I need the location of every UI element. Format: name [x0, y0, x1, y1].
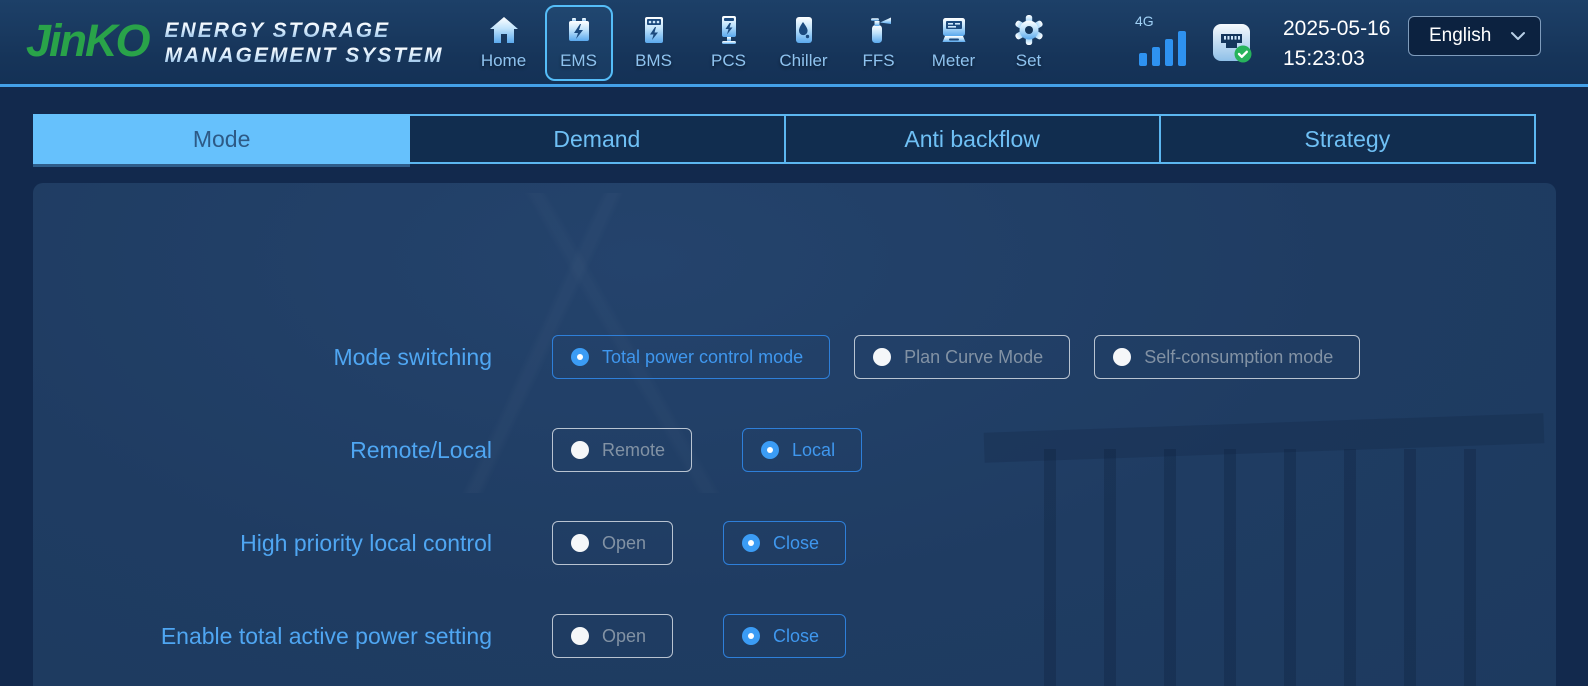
nav-label: Home — [481, 51, 526, 71]
nav-label: Chiller — [779, 51, 827, 71]
app-header: JinKO ENERGY STORAGE MANAGEMENT SYSTEM H… — [0, 0, 1588, 87]
tab-label: Demand — [553, 126, 640, 153]
radio-selected-icon — [742, 627, 760, 645]
option-open[interactable]: Open — [552, 521, 673, 565]
nav-label: EMS — [560, 51, 597, 71]
cellular-status: 4G — [1133, 14, 1193, 70]
form-row-high-priority-local-control: High priority local control Open Close — [33, 521, 1556, 565]
nav-label: PCS — [711, 51, 746, 71]
tab-anti-backflow[interactable]: Anti backflow — [784, 114, 1161, 164]
option-label: Total power control mode — [602, 347, 803, 368]
mode-settings-form: Mode switching Total power control mode … — [33, 335, 1556, 658]
nav-item-pcs[interactable]: PCS — [695, 5, 763, 81]
chevron-down-icon — [1510, 31, 1526, 41]
radio-unselected-icon — [873, 348, 891, 366]
nav-item-set[interactable]: Set — [995, 5, 1063, 81]
content-panel: Mode switching Total power control mode … — [33, 183, 1556, 686]
tab-label: Mode — [193, 126, 251, 153]
nav-item-chiller[interactable]: Chiller — [770, 5, 838, 81]
option-close[interactable]: Close — [723, 521, 846, 565]
ethernet-status — [1210, 21, 1254, 65]
option-close[interactable]: Close — [723, 614, 846, 658]
system-title-line2: MANAGEMENT SYSTEM — [165, 43, 444, 68]
ethernet-connected-icon — [1210, 21, 1254, 65]
option-group: Remote Local — [552, 428, 862, 472]
option-local[interactable]: Local — [742, 428, 862, 472]
logo-jinko: JinKO — [26, 16, 149, 66]
ffs-icon — [861, 12, 897, 48]
form-row-label: High priority local control — [33, 530, 492, 557]
time-text: 15:23:03 — [1283, 44, 1390, 74]
meter-icon — [936, 12, 972, 48]
option-label: Close — [773, 626, 819, 647]
radio-unselected-icon — [1113, 348, 1131, 366]
page: { "header": { "logo": "JinKO", "title_li… — [0, 0, 1588, 686]
tab-label: Anti backflow — [904, 126, 1040, 153]
tab-label: Strategy — [1305, 126, 1391, 153]
nav-label: FFS — [862, 51, 894, 71]
nav-item-meter[interactable]: Meter — [920, 5, 988, 81]
radio-selected-icon — [571, 348, 589, 366]
option-self-consumption-mode[interactable]: Self-consumption mode — [1094, 335, 1360, 379]
tab-strategy[interactable]: Strategy — [1159, 114, 1536, 164]
option-label: Close — [773, 533, 819, 554]
ems-icon — [561, 12, 597, 48]
nav-label: Set — [1016, 51, 1042, 71]
tab-mode[interactable]: Mode — [33, 114, 410, 164]
gear-icon — [1011, 12, 1047, 48]
nav-item-bms[interactable]: BMS — [620, 5, 688, 81]
brand-logo: JinKO ENERGY STORAGE MANAGEMENT SYSTEM — [26, 16, 444, 68]
option-label: Remote — [602, 440, 665, 461]
tab-demand[interactable]: Demand — [408, 114, 785, 164]
radio-selected-icon — [761, 441, 779, 459]
option-open[interactable]: Open — [552, 614, 673, 658]
option-total-power-control-mode[interactable]: Total power control mode — [552, 335, 830, 379]
date-text: 2025-05-16 — [1283, 14, 1390, 44]
form-row-mode-switching: Mode switching Total power control mode … — [33, 335, 1556, 379]
system-title-line1: ENERGY STORAGE — [165, 18, 444, 43]
nav-item-ffs[interactable]: FFS — [845, 5, 913, 81]
option-label: Open — [602, 533, 646, 554]
option-group: Open Close — [552, 614, 846, 658]
form-row-remote-local: Remote/Local Remote Local — [33, 428, 1556, 472]
option-remote[interactable]: Remote — [552, 428, 692, 472]
datetime-display: 2025-05-16 15:23:03 — [1283, 14, 1390, 74]
option-label: Local — [792, 440, 835, 461]
nav-label: BMS — [635, 51, 672, 71]
nav-item-home[interactable]: Home — [470, 5, 538, 81]
option-label: Open — [602, 626, 646, 647]
option-plan-curve-mode[interactable]: Plan Curve Mode — [854, 335, 1070, 379]
system-title: ENERGY STORAGE MANAGEMENT SYSTEM — [165, 18, 444, 68]
bms-icon — [636, 12, 672, 48]
form-row-enable-total-active-power: Enable total active power setting Open C… — [33, 614, 1556, 658]
nav-item-ems[interactable]: EMS — [545, 5, 613, 81]
form-row-label: Mode switching — [33, 344, 492, 371]
form-row-label: Remote/Local — [33, 437, 492, 464]
option-group: Open Close — [552, 521, 846, 565]
radio-unselected-icon — [571, 441, 589, 459]
main-nav: Home EMS BMS — [466, 5, 1066, 81]
radio-unselected-icon — [571, 627, 589, 645]
nav-label: Meter — [932, 51, 975, 71]
form-row-label: Enable total active power setting — [33, 623, 492, 650]
radio-selected-icon — [742, 534, 760, 552]
signal-bars-icon — [1133, 29, 1191, 67]
home-icon — [486, 12, 522, 48]
language-value: English — [1429, 25, 1491, 47]
tab-bar: Mode Demand Anti backflow Strategy — [33, 114, 1536, 164]
chiller-icon — [786, 12, 822, 48]
option-group: Total power control mode Plan Curve Mode… — [552, 335, 1360, 379]
radio-unselected-icon — [571, 534, 589, 552]
option-label: Self-consumption mode — [1144, 347, 1333, 368]
option-label: Plan Curve Mode — [904, 347, 1043, 368]
network-type-label: 4G — [1135, 13, 1154, 29]
language-select[interactable]: English — [1408, 16, 1541, 56]
pcs-icon — [711, 12, 747, 48]
